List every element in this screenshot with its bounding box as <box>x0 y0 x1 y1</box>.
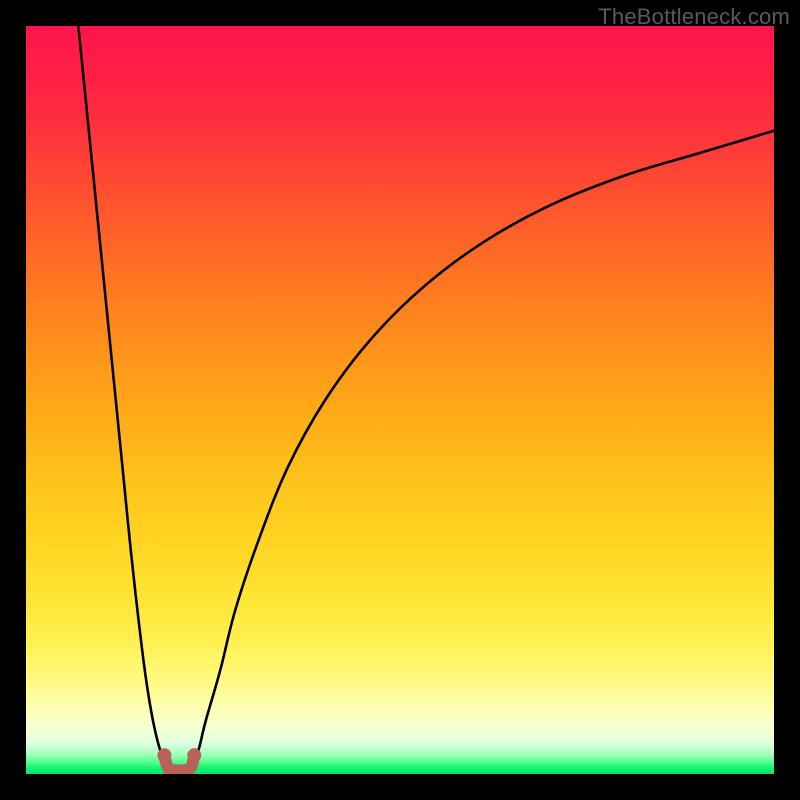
curve-right-branch <box>191 131 774 767</box>
valley-marker-endcap-left <box>157 748 171 762</box>
plot-frame <box>26 26 774 774</box>
bottleneck-curve <box>26 26 774 774</box>
curve-left-branch <box>78 26 168 767</box>
watermark-text: TheBottleneck.com <box>598 4 790 30</box>
valley-marker-endcap-right <box>187 748 201 762</box>
